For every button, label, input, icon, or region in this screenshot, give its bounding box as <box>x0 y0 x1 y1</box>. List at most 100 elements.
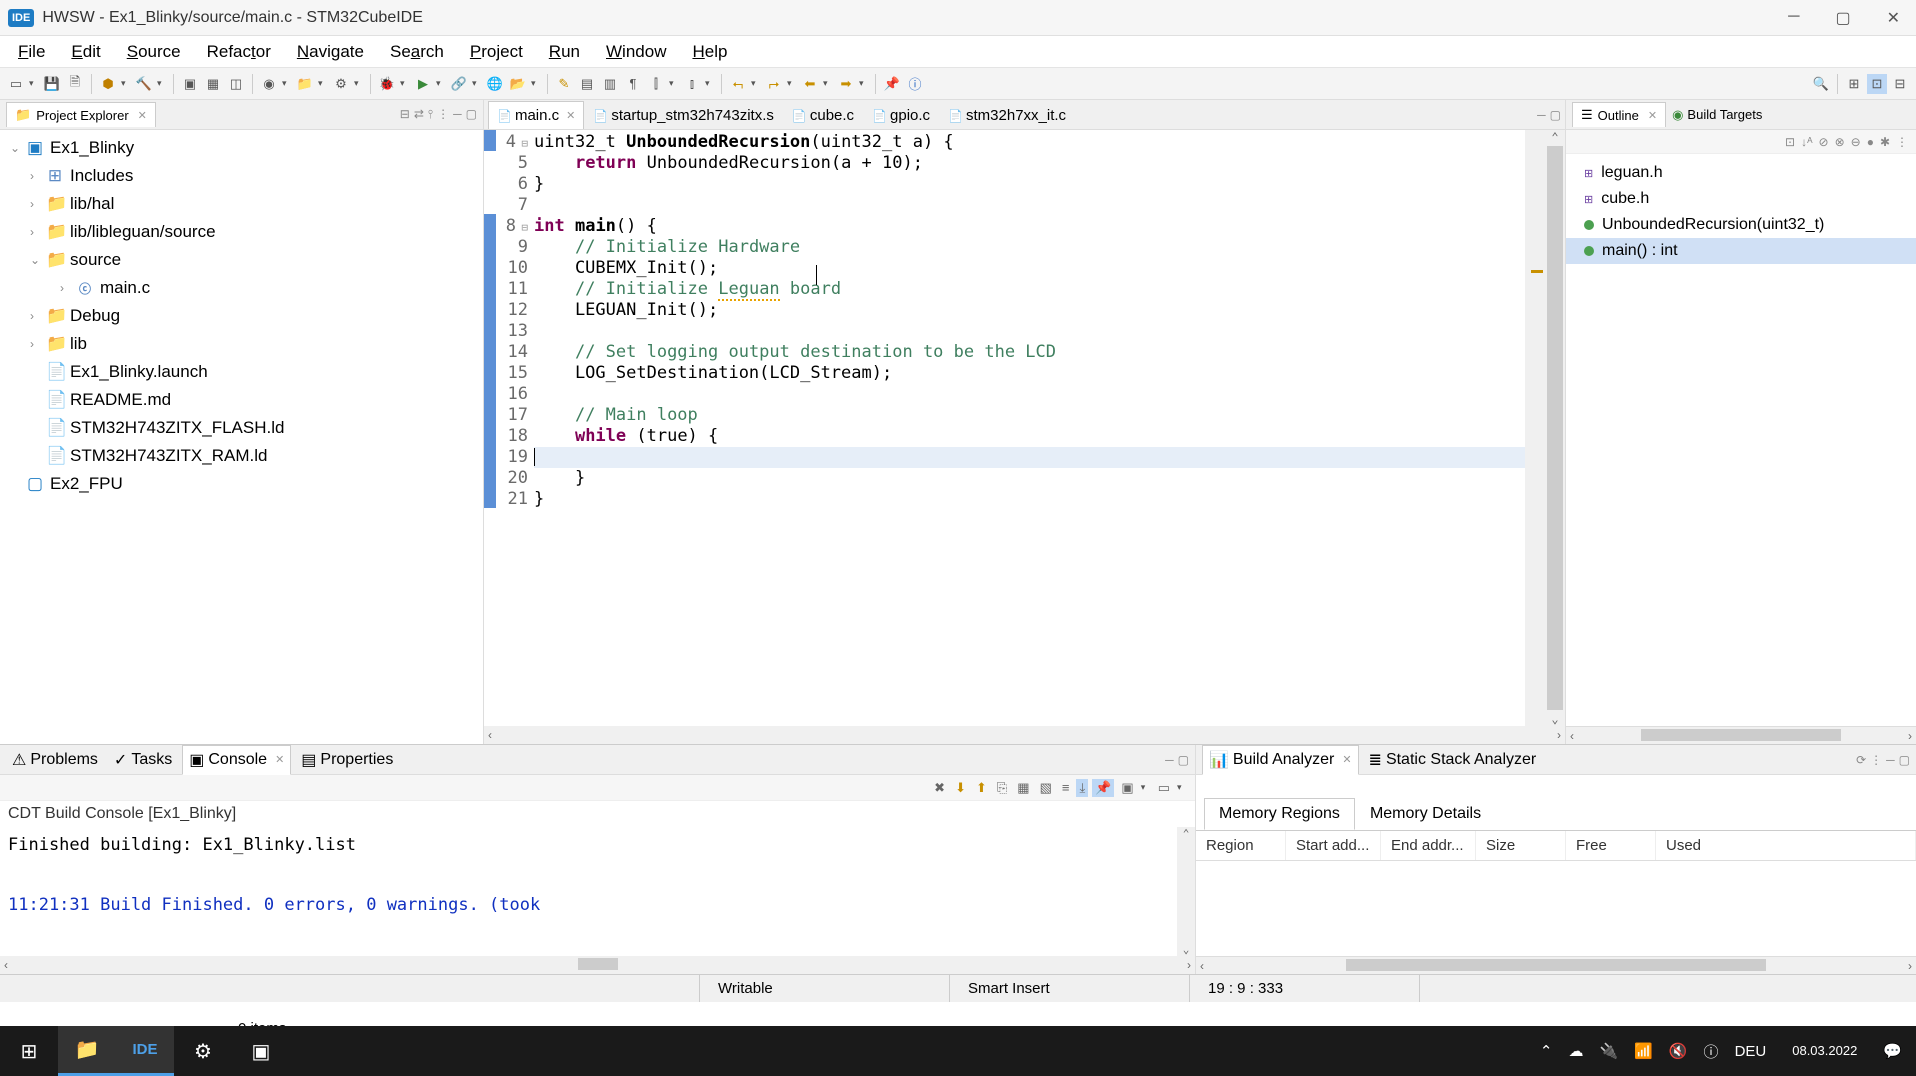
tree-item[interactable]: ›📁lib/hal <box>0 190 483 218</box>
volume-icon[interactable]: 🔇 <box>1669 1042 1688 1060</box>
tree-item[interactable]: ›⊞Includes <box>0 162 483 190</box>
maximize-icon[interactable]: ▢ <box>1899 753 1910 767</box>
code-line[interactable]: while (true) { <box>534 426 1525 447</box>
project-tree[interactable]: ⌄▣Ex1_Blinky›⊞Includes›📁lib/hal›📁lib/lib… <box>0 130 483 744</box>
code-line[interactable]: // Set logging output destination to be … <box>534 342 1525 363</box>
debug-button[interactable]: 🐞 <box>377 74 397 94</box>
outline-tab[interactable]: ☰ Outline ✕ <box>1572 102 1666 127</box>
collapse-all-icon[interactable]: ⊟ <box>400 107 410 122</box>
tree-item[interactable]: ›📁lib <box>0 330 483 358</box>
new-dropdown[interactable]: ▾ <box>29 78 39 89</box>
console-tab[interactable]: ▣Console✕ <box>182 745 291 775</box>
cpp-perspective-icon[interactable]: ⊡ <box>1867 74 1887 94</box>
code-line[interactable]: // Initialize Leguan board <box>534 279 1525 300</box>
notifications-icon[interactable]: 💬 <box>1883 1042 1902 1060</box>
console-output[interactable]: Finished building: Ex1_Blinky.list 11:21… <box>0 827 1195 956</box>
build-analyzer-tab[interactable]: 📊Build Analyzer✕ <box>1202 745 1359 775</box>
code-line[interactable]: // Main loop <box>534 405 1525 426</box>
tree-item[interactable]: ⌄📁source <box>0 246 483 274</box>
code-line[interactable]: return UnboundedRecursion(a + 10); <box>534 153 1525 174</box>
scroll-down-icon[interactable]: ⬇ <box>952 779 969 797</box>
minimize-button[interactable]: ─ <box>1780 4 1807 32</box>
build-button[interactable]: 🔨 <box>134 74 154 94</box>
onedrive-icon[interactable]: ☁ <box>1568 1042 1583 1060</box>
analyzer-hscroll[interactable]: ‹› <box>1196 956 1916 974</box>
code-editor[interactable]: 4⊟5678⊟9101112131415161718192021 uint32_… <box>484 130 1565 726</box>
tree-item[interactable]: 📄Ex1_Blinky.launch <box>0 358 483 386</box>
code-line[interactable] <box>534 195 1525 216</box>
maximize-icon[interactable]: ▢ <box>466 107 477 122</box>
static-stack-tab[interactable]: ≣Static Stack Analyzer <box>1363 746 1543 774</box>
scroll-up-icon[interactable]: ⬆ <box>973 779 990 797</box>
code-line[interactable]: LEGUAN_Init(); <box>534 300 1525 321</box>
tray-chevron-icon[interactable]: ⌃ <box>1540 1042 1553 1060</box>
minimize-icon[interactable]: ─ <box>453 107 462 122</box>
menu-help[interactable]: Help <box>682 38 737 66</box>
close-icon[interactable]: ✕ <box>138 109 147 122</box>
col-start[interactable]: Start add... <box>1286 831 1381 860</box>
menu-refactor[interactable]: Refactor <box>197 38 281 66</box>
view-menu-icon[interactable]: ⋮ <box>1870 753 1882 767</box>
nav-fwd-icon[interactable]: ⮣ <box>764 74 784 94</box>
clock[interactable]: 08.03.2022 <box>1782 1043 1867 1060</box>
minimize-icon[interactable]: ─ <box>1886 753 1895 767</box>
vertical-scrollbar[interactable]: ⌃⌄ <box>1545 130 1565 726</box>
save-button[interactable]: 💾 <box>42 74 62 94</box>
code-line[interactable]: CUBEMX_Init(); <box>534 258 1525 279</box>
col-free[interactable]: Free <box>1566 831 1656 860</box>
hide-nonpublic-icon[interactable]: ⊖ <box>1851 135 1861 149</box>
outline-item[interactable]: ⊞leguan.h <box>1566 160 1916 186</box>
tool-icon[interactable]: ▦ <box>1014 779 1032 797</box>
tree-item[interactable]: 📄STM32H743ZITX_FLASH.ld <box>0 414 483 442</box>
fwd-arrow-icon[interactable]: ➡ <box>836 74 856 94</box>
save-all-button[interactable]: 🗎 <box>65 74 85 94</box>
focus-icon[interactable]: ● <box>1867 135 1874 149</box>
new-button[interactable]: ▭ <box>6 74 26 94</box>
config-dropdown[interactable]: ▾ <box>121 78 131 89</box>
copy-icon[interactable]: ⎘ <box>994 779 1010 797</box>
editor-hscroll[interactable]: ‹› <box>484 726 1565 744</box>
tree-item[interactable]: ›📁lib/libleguan/source <box>0 218 483 246</box>
tasks-tab[interactable]: ✓Tasks <box>108 746 178 774</box>
menu-edit[interactable]: Edit <box>61 38 110 66</box>
wrap-icon[interactable]: ≡ <box>1059 779 1073 796</box>
pilcrow-icon[interactable]: ¶ <box>623 74 643 94</box>
analyzer-table[interactable]: Region Start add... End addr... Size Fre… <box>1196 831 1916 956</box>
open-button[interactable]: 📂 <box>508 74 528 94</box>
sort-icon[interactable]: ⊡ <box>1785 135 1795 149</box>
close-icon[interactable]: ✕ <box>1648 109 1657 122</box>
code-line[interactable]: uint32_t UnboundedRecursion(uint32_t a) … <box>534 132 1525 153</box>
outline-item[interactable]: ⊞cube.h <box>1566 186 1916 212</box>
hide-fields-icon[interactable]: ⊘ <box>1819 135 1829 149</box>
wand-icon[interactable]: ✎ <box>554 74 574 94</box>
clear-console-icon[interactable]: ✖ <box>931 779 948 797</box>
search-icon[interactable]: 🔍 <box>1811 74 1831 94</box>
outline-more-icon[interactable]: ⋮ <box>1896 135 1908 149</box>
nav-back-icon[interactable]: ⮢ <box>728 74 748 94</box>
link-editor-icon[interactable]: ⇄ <box>414 107 424 122</box>
target-button[interactable]: ◉ <box>259 74 279 94</box>
open-console-icon[interactable]: ▣ <box>1118 779 1136 797</box>
perspective-icon[interactable]: ⊞ <box>1844 74 1864 94</box>
pin-icon[interactable]: 📌 <box>882 74 902 94</box>
info-icon[interactable]: ⓘ <box>905 74 925 94</box>
menu-file[interactable]: File <box>8 38 55 66</box>
folder-button[interactable]: 📁 <box>295 74 315 94</box>
pin-console-icon[interactable]: 📌 <box>1092 779 1114 797</box>
tree-item[interactable]: ›ⓒmain.c <box>0 274 483 302</box>
power-icon[interactable]: 🔌 <box>1599 1042 1618 1060</box>
editor-tab[interactable]: 📄main.c✕ <box>488 101 584 129</box>
code-line[interactable] <box>534 384 1525 405</box>
project-explorer-tab[interactable]: 📁 Project Explorer ✕ <box>6 102 156 127</box>
terminal-app-button[interactable]: ▣ <box>232 1026 290 1076</box>
ext-button[interactable]: 🔗 <box>449 74 469 94</box>
file-explorer-button[interactable]: 📁 <box>58 1026 116 1076</box>
code-line[interactable]: } <box>534 468 1525 489</box>
editor-tab[interactable]: 📄gpio.c <box>863 101 939 129</box>
filter-icon[interactable]: ⫯ <box>428 107 433 122</box>
maximize-icon[interactable]: ▢ <box>1550 108 1561 122</box>
build-dropdown[interactable]: ▾ <box>157 78 167 89</box>
minimize-icon[interactable]: ─ <box>1165 753 1174 767</box>
close-icon[interactable]: ✕ <box>275 753 284 766</box>
menu-run[interactable]: Run <box>539 38 590 66</box>
